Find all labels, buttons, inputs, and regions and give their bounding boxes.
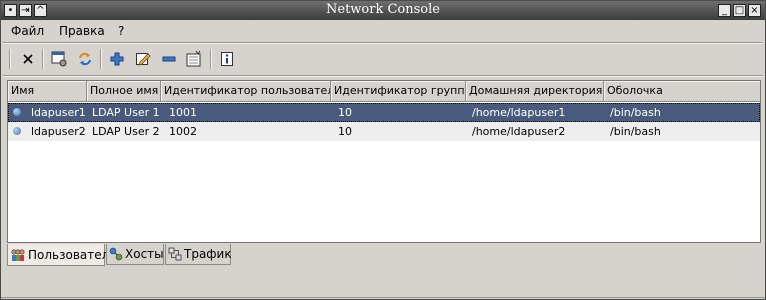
column-header-gid[interactable]: Идентификатор группы bbox=[331, 81, 466, 102]
tab-users-label: Пользователи bbox=[28, 247, 118, 262]
remove-button[interactable] bbox=[159, 49, 179, 69]
toolbar-separator-line bbox=[3, 75, 763, 77]
menu-help[interactable]: ? bbox=[118, 24, 124, 38]
properties-button[interactable] bbox=[184, 49, 204, 69]
cell-shell: /bin/bash bbox=[610, 125, 661, 138]
window-title: Network Console bbox=[326, 2, 440, 17]
close-icon bbox=[23, 54, 33, 64]
minimize-button[interactable]: _ bbox=[718, 4, 731, 17]
status-divider bbox=[1, 297, 765, 298]
app-window: • ⇥ ^ Network Console _ □ × Файл Правка … bbox=[0, 0, 766, 300]
traffic-icon bbox=[168, 247, 182, 261]
refresh-icon bbox=[79, 52, 91, 66]
table-row[interactable]: ldapuser2 LDAP User 2 1002 10 /home/ldap… bbox=[8, 122, 760, 141]
cell-fullname: LDAP User 1 bbox=[92, 106, 160, 119]
tab-traffic-label: Трафик bbox=[184, 247, 232, 261]
toolbar-separator bbox=[100, 49, 102, 69]
user-icon bbox=[13, 127, 21, 135]
toolbar-separator bbox=[42, 49, 44, 69]
users-table[interactable]: Имя Полное имя Идентификатор пользовател… bbox=[7, 80, 761, 243]
column-header-uid[interactable]: Идентификатор пользователя bbox=[161, 81, 331, 102]
info-icon bbox=[221, 52, 233, 66]
users-icon bbox=[10, 248, 26, 262]
edit-icon bbox=[136, 53, 151, 66]
properties-icon bbox=[186, 50, 201, 67]
edit-button[interactable] bbox=[133, 49, 153, 69]
column-header-home[interactable]: Домашняя директория bbox=[466, 81, 604, 102]
delete-button[interactable] bbox=[18, 49, 38, 69]
configure-button[interactable] bbox=[49, 49, 69, 69]
toolbar-separator bbox=[210, 49, 212, 69]
add-button[interactable] bbox=[107, 49, 127, 69]
cell-home: /home/ldapuser1 bbox=[472, 106, 566, 119]
config-icon bbox=[51, 51, 67, 67]
add-icon bbox=[110, 52, 124, 66]
cell-home: /home/ldapuser2 bbox=[472, 125, 566, 138]
table-header: Имя Полное имя Идентификатор пользовател… bbox=[8, 81, 760, 102]
table-row[interactable]: ldapuser1 LDAP User 1 1001 10 /home/ldap… bbox=[8, 103, 760, 122]
cell-shell: /bin/bash bbox=[610, 106, 661, 119]
title-bar[interactable]: • ⇥ ^ Network Console _ □ × bbox=[1, 1, 765, 20]
tab-hosts[interactable]: Хосты bbox=[106, 244, 164, 265]
user-icon bbox=[13, 108, 21, 116]
column-header-fullname[interactable]: Полное имя bbox=[87, 81, 161, 102]
cell-name: ldapuser2 bbox=[31, 125, 86, 138]
tab-users[interactable]: Пользователи bbox=[7, 244, 117, 266]
toolbar bbox=[1, 44, 765, 74]
cell-uid: 1001 bbox=[169, 106, 197, 119]
info-button[interactable] bbox=[217, 49, 237, 69]
menu-edit[interactable]: Правка bbox=[59, 24, 105, 38]
refresh-button[interactable] bbox=[75, 49, 95, 69]
column-header-shell[interactable]: Оболочка bbox=[604, 81, 760, 102]
remove-icon bbox=[162, 56, 176, 62]
cell-gid: 10 bbox=[338, 125, 352, 138]
column-header-name[interactable]: Имя bbox=[8, 81, 87, 102]
cell-fullname: LDAP User 2 bbox=[92, 125, 160, 138]
cell-name: ldapuser1 bbox=[31, 106, 86, 119]
close-window-button[interactable]: × bbox=[748, 4, 761, 17]
menu-bar: Файл Правка ? bbox=[1, 20, 765, 42]
tab-traffic[interactable]: Трафик bbox=[165, 244, 232, 265]
cell-uid: 1002 bbox=[169, 125, 197, 138]
hosts-icon bbox=[109, 247, 123, 261]
menu-file[interactable]: Файл bbox=[11, 24, 44, 38]
maximize-button[interactable]: □ bbox=[733, 4, 746, 17]
tab-hosts-label: Хосты bbox=[125, 247, 164, 261]
cell-gid: 10 bbox=[338, 106, 352, 119]
toolbar-grip bbox=[9, 49, 11, 69]
